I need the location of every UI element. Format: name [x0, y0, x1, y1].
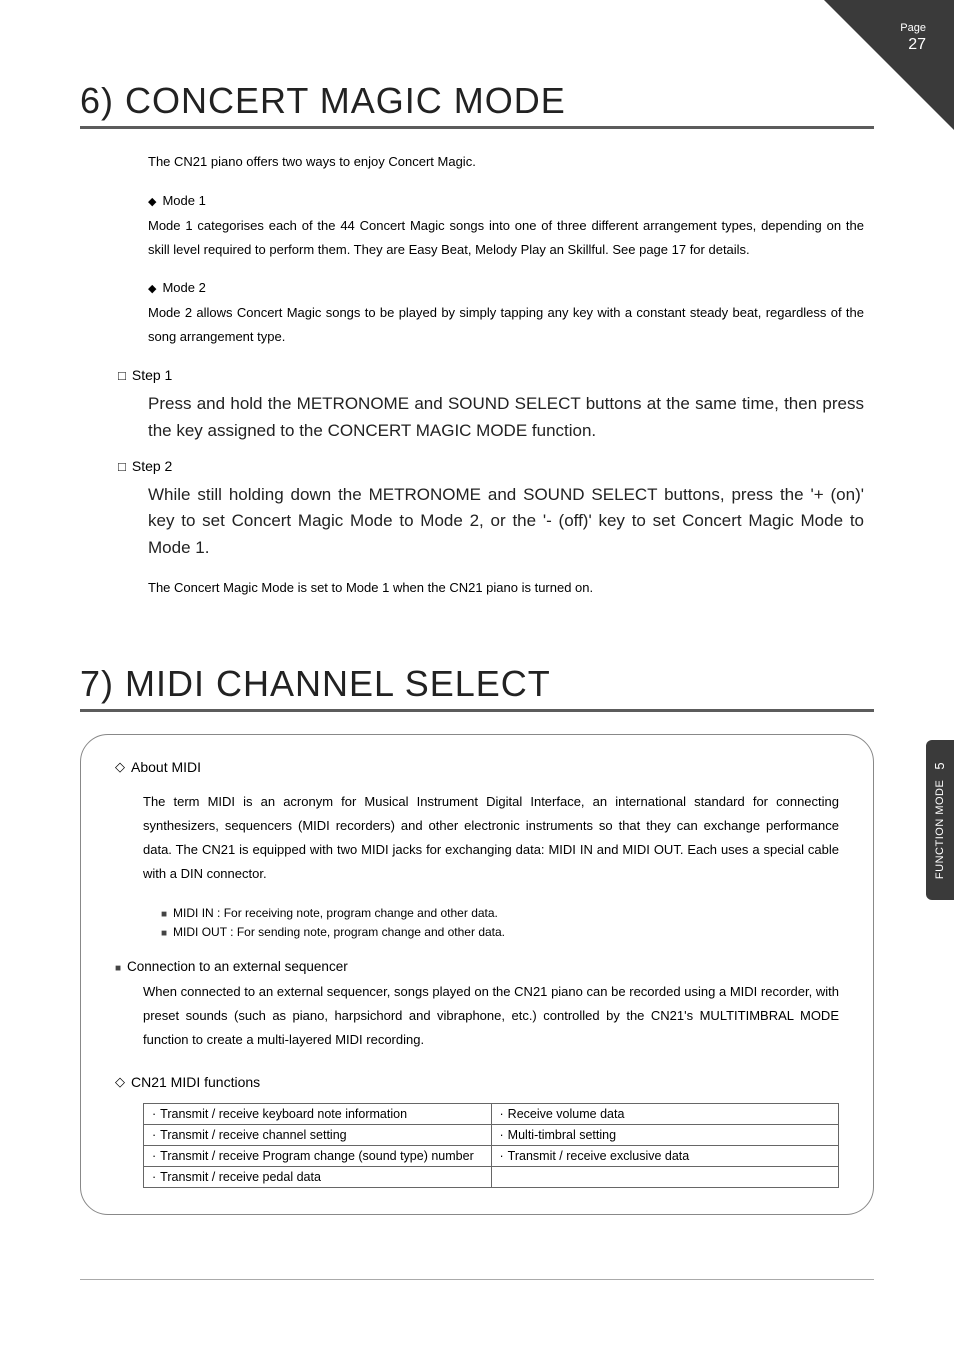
side-tab: FUNCTION MODE 5	[926, 740, 954, 900]
table-cell: Transmit / receive pedal data	[152, 1170, 321, 1184]
table-row: Transmit / receive channel setting Multi…	[144, 1124, 839, 1145]
page-number: 27	[908, 36, 926, 54]
section-6-intro: The CN21 piano offers two ways to enjoy …	[148, 151, 864, 173]
about-midi-heading: About MIDI	[115, 759, 839, 776]
section-6-footnote: The Concert Magic Mode is set to Mode 1 …	[148, 577, 864, 599]
table-row: Transmit / receive Program change (sound…	[144, 1145, 839, 1166]
midi-out-line: MIDI OUT : For sending note, program cha…	[115, 923, 839, 942]
table-row: Transmit / receive keyboard note informa…	[144, 1103, 839, 1124]
mode-1-label: Mode 1	[148, 193, 864, 208]
mode-2-text: Mode 2 allows Concert Magic songs to be …	[148, 301, 864, 349]
side-tab-chapter: 5	[933, 761, 948, 769]
step-1-label: Step 1	[118, 367, 864, 383]
step-1-text: Press and hold the METRONOME and SOUND S…	[118, 391, 864, 444]
section-7-title: 7) MIDI CHANNEL SELECT	[80, 663, 874, 712]
table-row: Transmit / receive pedal data	[144, 1166, 839, 1187]
table-cell	[491, 1166, 839, 1187]
table-cell: Transmit / receive keyboard note informa…	[152, 1107, 407, 1121]
footer-rule	[80, 1279, 874, 1280]
mode-1-text: Mode 1 categorises each of the 44 Concer…	[148, 214, 864, 262]
table-cell: Transmit / receive Program change (sound…	[152, 1149, 474, 1163]
page-label: Page	[900, 22, 926, 34]
midi-in-line: MIDI IN : For receiving note, program ch…	[115, 904, 839, 923]
section-6-title: 6) CONCERT MAGIC MODE	[80, 80, 874, 129]
midi-functions-table: Transmit / receive keyboard note informa…	[143, 1103, 839, 1188]
connection-body: When connected to an external sequencer,…	[115, 980, 839, 1052]
midi-info-box: About MIDI The term MIDI is an acronym f…	[80, 734, 874, 1215]
step-2-label: Step 2	[118, 458, 864, 474]
mode-2-label: Mode 2	[148, 280, 864, 295]
table-cell: Transmit / receive exclusive data	[500, 1149, 690, 1163]
about-midi-body: The term MIDI is an acronym for Musical …	[115, 790, 839, 886]
side-tab-text: FUNCTION MODE	[934, 779, 946, 878]
table-cell: Receive volume data	[500, 1107, 625, 1121]
connection-heading: Connection to an external sequencer	[115, 959, 839, 974]
step-2-text: While still holding down the METRONOME a…	[118, 482, 864, 561]
table-cell: Transmit / receive channel setting	[152, 1128, 347, 1142]
midi-functions-heading: CN21 MIDI functions	[115, 1074, 839, 1091]
table-cell: Multi-timbral setting	[500, 1128, 617, 1142]
page-corner-tab: Page 27	[824, 0, 954, 130]
